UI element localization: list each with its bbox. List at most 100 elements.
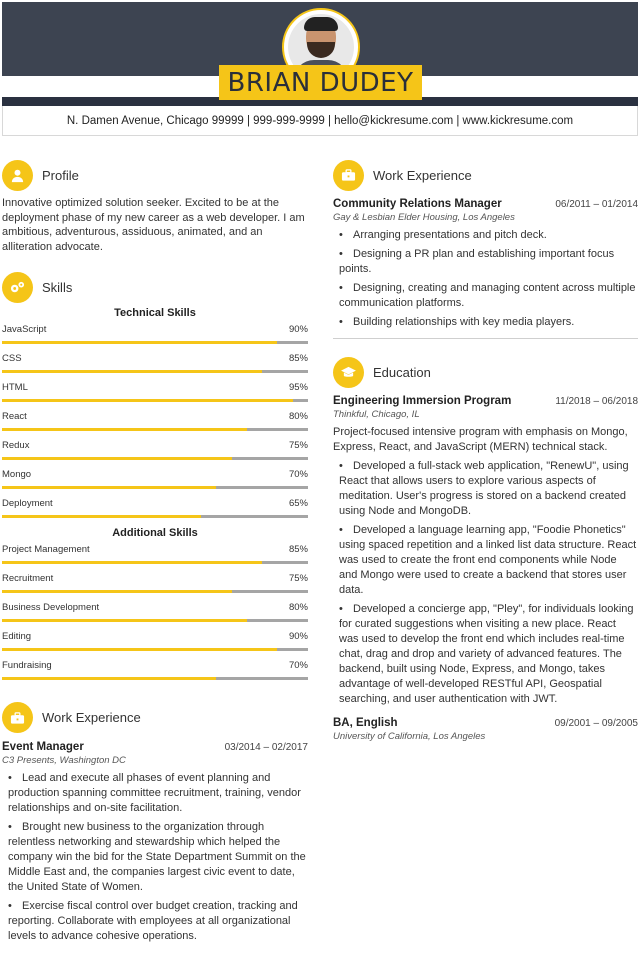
skill-bar-fill [2,340,278,345]
skill-bar-fill [2,456,232,461]
job-date: 03/2014 – 02/2017 [224,741,308,753]
skill-bar-fill [2,369,263,374]
skill-bar-fill [2,560,263,565]
school-name: Thinkful, Chicago, IL [333,409,420,420]
candidate-name: BRIAN DUDEY [227,67,414,98]
skill-bar [2,618,308,623]
right-column: Work Experience Community Relations Mana… [333,158,638,742]
skill-item: Fundraising 70% [2,660,308,689]
job-bullets: Arranging presentations and pitch deck. … [333,228,638,330]
school-name: University of California, Los Angeles [333,731,486,743]
skill-item: HTML 95% [2,382,308,411]
degree-title: BA, English [333,717,398,730]
skill-bar [2,369,308,374]
skill-percent: 90% [288,630,308,642]
skill-bar-fill [2,589,232,594]
degree-date: 11/2018 – 06/2018 [555,396,638,407]
skill-item: Project Management 85% [2,544,308,573]
gears-icon [2,272,33,304]
skill-bar-fill [2,485,217,490]
profile-title: Profile [42,167,79,183]
skill-bar [2,647,308,652]
skill-bar-fill [2,618,247,623]
skill-percent: 90% [288,323,308,335]
skill-bar-fill [2,514,201,519]
skill-name: Deployment [2,497,53,509]
skill-percent: 95% [288,381,308,393]
skill-percent: 70% [288,659,308,671]
education-title: Education [373,364,431,380]
list-item: Developed a concierge app, "Pley", for i… [333,602,638,707]
briefcase-icon [2,702,33,734]
skill-name: CSS [2,352,22,364]
job-title: Event Manager [2,740,84,753]
skill-item: CSS 85% [2,353,308,382]
skill-bar [2,340,308,345]
user-icon [2,159,33,191]
additional-skills-title: Additional Skills [112,526,198,539]
skill-percent: 80% [288,601,308,613]
skill-bar [2,485,308,490]
skills-header: Skills [2,271,308,305]
skill-bar [2,398,308,403]
list-item: Developed a language learning app, "Food… [333,523,638,598]
technical-skills-list: JavaScript 90% CSS 85% HTML 95% React 80% Redux 7… [2,324,308,527]
skill-item: Deployment 65% [2,498,308,527]
skill-percent: 85% [288,352,308,364]
job-date: 06/2011 – 01/2014 [555,199,638,210]
skill-percent: 70% [288,468,308,480]
skill-bar [2,427,308,432]
skill-item: Editing 90% [2,631,308,660]
education-entry: Engineering Immersion Program 11/2018 – … [333,395,638,707]
job-organization: Gay & Lesbian Elder Housing, Los Angeles [333,212,515,223]
education-header: Education [333,355,638,389]
skill-item: JavaScript 90% [2,324,308,353]
list-item: Lead and execute all phases of event pla… [2,771,308,816]
additional-skills-list: Project Management 85% Recruitment 75% Busin… [2,544,308,689]
list-item: Designing, creating and managing content… [333,281,638,311]
skill-bar [2,676,308,681]
job-organization: C3 Presents, Washington DC [2,754,126,766]
skill-name: Mongo [2,468,32,480]
skill-bar [2,456,308,461]
skill-item: Mongo 70% [2,469,308,498]
skill-name: HTML [2,381,28,393]
job-entry: Event Manager 03/2014 – 02/2017 C3 Prese… [2,741,308,944]
program-bullets: Developed a full-stack web application, … [333,459,638,707]
skill-percent: 75% [288,572,308,584]
name-banner: BRIAN DUDEY [219,65,422,100]
list-item: Building relationships with key media pl… [333,315,638,330]
skill-bar-fill [2,427,247,432]
skill-percent: 80% [288,410,308,422]
contact-line: N. Damen Avenue, Chicago 99999 | 999-999… [2,106,638,136]
job-entry: Community Relations Manager 06/2011 – 01… [333,198,638,330]
list-item: Developed a full-stack web application, … [333,459,638,519]
skill-percent: 85% [288,543,308,555]
skill-percent: 65% [288,497,308,509]
skill-bar [2,560,308,565]
list-item: Designing a PR plan and establishing imp… [333,247,638,277]
profile-header: Profile [2,158,308,192]
education-entry: BA, English 09/2001 – 09/2005 University… [333,717,638,742]
work-experience-header-right: Work Experience [333,158,638,192]
skill-name: Redux [2,439,30,451]
profile-summary: Innovative optimized solution seeker. Ex… [2,197,305,254]
list-item: Arranging presentations and pitch deck. [333,228,638,243]
skill-name: Recruitment [2,572,54,584]
work-experience-title-left: Work Experience [42,710,141,726]
skill-name: React [2,410,27,422]
skill-name: Project Management [2,543,90,555]
skills-title: Skills [42,280,73,296]
technical-skills-title: Technical Skills [114,306,196,319]
briefcase-icon [333,159,364,191]
degree-title: Engineering Immersion Program [333,395,512,407]
job-title: Community Relations Manager [333,198,502,210]
skill-name: Business Development [2,601,100,613]
skill-name: Editing [2,630,32,642]
list-item: Brought new business to the organization… [2,820,308,895]
skill-name: Fundraising [2,659,52,671]
program-summary: Project-focused intensive program with e… [333,426,628,453]
skill-item: Business Development 80% [2,602,308,631]
skill-percent: 75% [288,439,308,451]
skill-bar-fill [2,647,278,652]
